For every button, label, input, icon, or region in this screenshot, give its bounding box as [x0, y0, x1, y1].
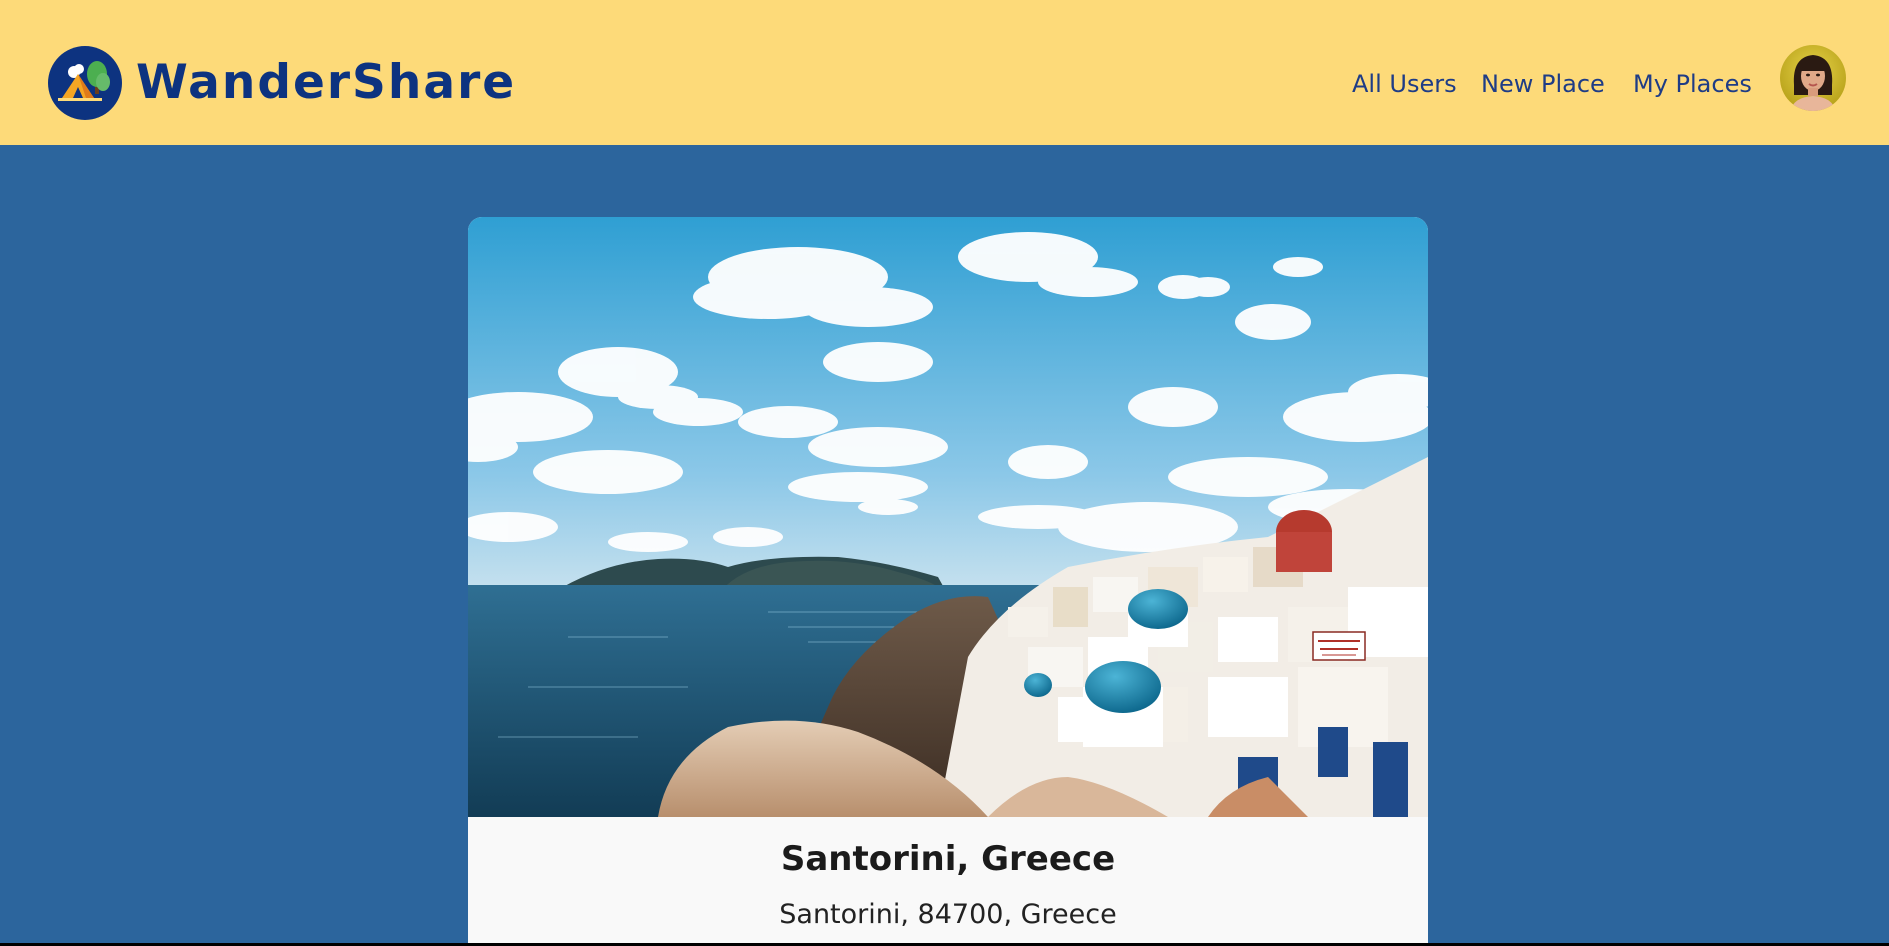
- user-avatar-button[interactable]: [1780, 45, 1846, 111]
- home-logo-link[interactable]: WanderShare: [48, 46, 516, 120]
- user-avatar-icon: [1780, 45, 1846, 111]
- main-header: WanderShare All Users New Place My Place…: [0, 0, 1889, 145]
- nav-link-my-places[interactable]: My Places: [1633, 64, 1752, 104]
- brand-name: WanderShare: [136, 55, 517, 110]
- place-card: Santorini, Greece Santorini, 84700, Gree…: [468, 217, 1428, 943]
- nav-link-all-users[interactable]: All Users: [1352, 64, 1457, 104]
- place-title: Santorini, Greece: [780, 839, 1116, 879]
- app-viewport: WanderShare All Users New Place My Place…: [0, 0, 1889, 943]
- place-address: Santorini, 84700, Greece: [779, 899, 1117, 930]
- place-photo: [468, 217, 1428, 817]
- tent-forest-logo-icon: [48, 46, 122, 120]
- nav-link-new-place[interactable]: New Place: [1481, 64, 1605, 104]
